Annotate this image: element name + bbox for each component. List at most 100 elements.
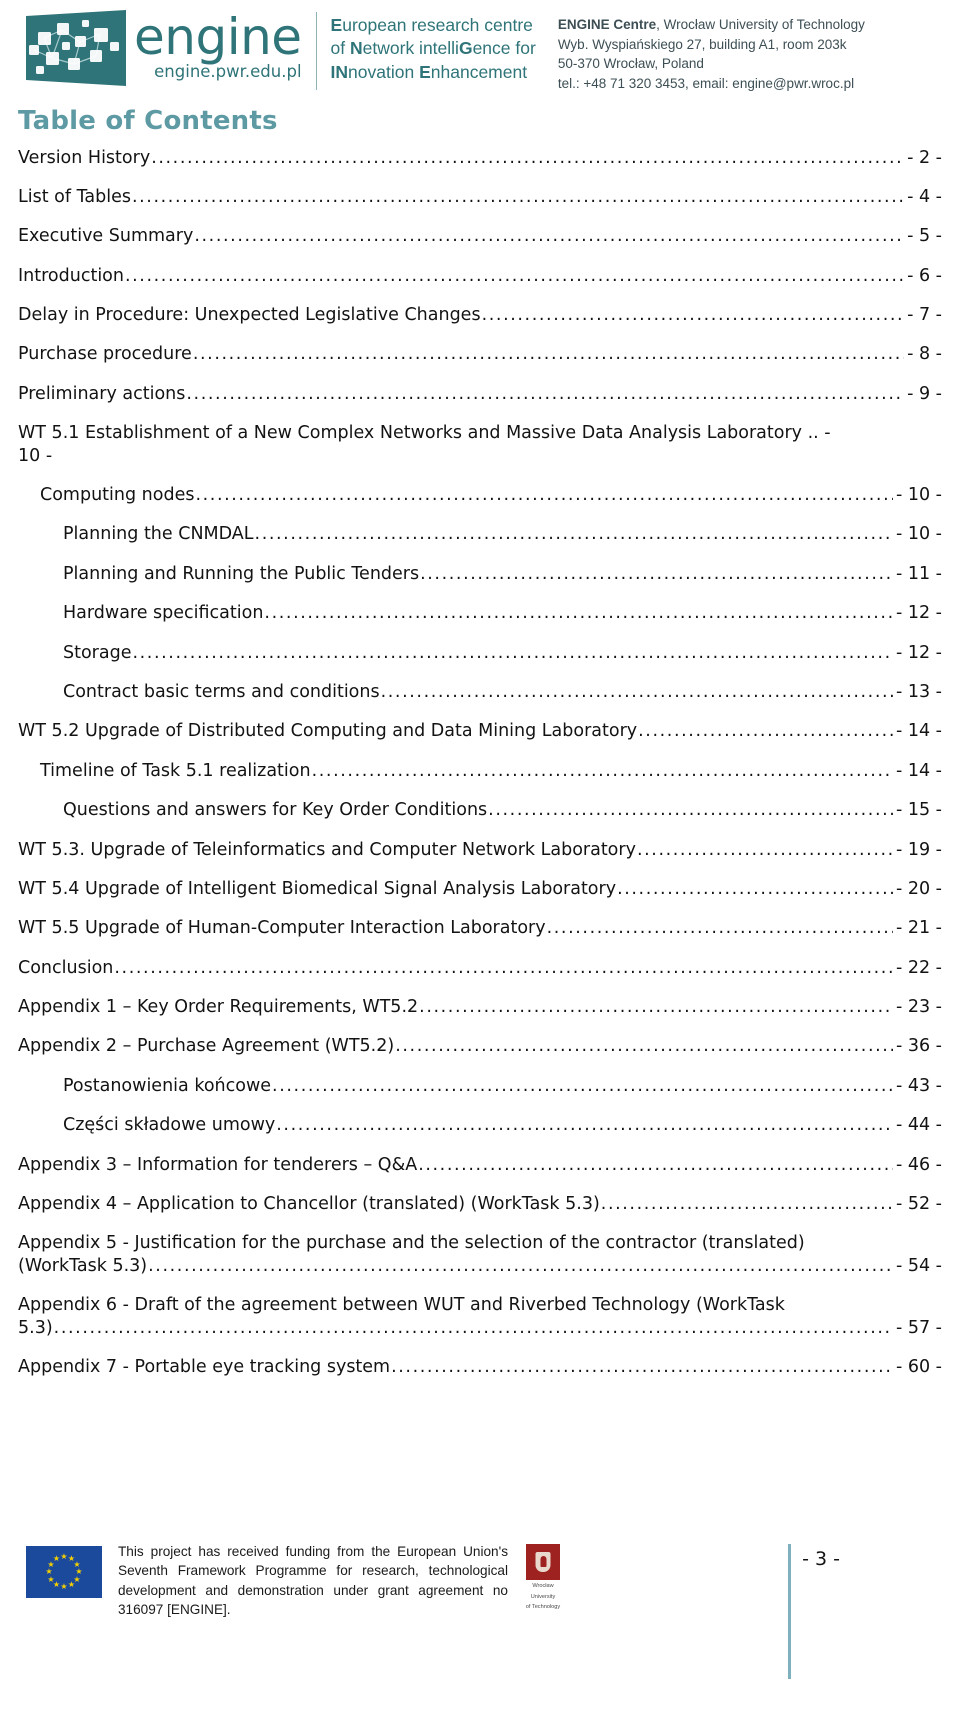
eu-star-icon: ★ <box>67 1579 76 1589</box>
toc-entry[interactable]: Timeline of Task 5.1 realization........… <box>18 751 942 790</box>
toc-entry-page: - 20 - <box>895 878 942 899</box>
toc-entry-page: - 57 - <box>895 1317 942 1338</box>
engine-logo: engine engine.pwr.edu.pl <box>22 8 302 88</box>
contact-org-affiliation: , Wrocław University of Technology <box>656 17 865 32</box>
toc-entry[interactable]: WT 5.4 Upgrade of Intelligent Biomedical… <box>18 869 942 908</box>
toc-entry-page: - 54 - <box>895 1255 942 1276</box>
toc-entry-label: Executive Summary <box>18 226 194 247</box>
toc-entry[interactable]: Appendix 2 – Purchase Agreement (WT5.2).… <box>18 1027 942 1066</box>
toc-entry[interactable]: Contract basic terms and conditions.....… <box>18 672 942 711</box>
toc-entry-page: - 22 - <box>895 957 942 978</box>
contact-address-line-2: 50-370 Wrocław, Poland <box>557 56 704 72</box>
toc-leader-dots: ........................................… <box>638 721 893 742</box>
toc-entry-label: Purchase procedure <box>18 344 192 365</box>
toc-entry-page: - 12 - <box>895 603 942 624</box>
toc-entry[interactable]: Appendix 5 - Justification for the purch… <box>18 1224 942 1286</box>
footer-vertical-rule <box>788 1544 792 1679</box>
engine-acronym-tagline: European research centre of Network inte… <box>331 8 536 84</box>
toc-entry[interactable]: Conclusion..............................… <box>18 948 942 987</box>
toc-entry[interactable]: Planning the CNMDAL.....................… <box>18 515 942 554</box>
toc-entry-page: - 2 - <box>907 147 942 168</box>
toc-entry[interactable]: Computing nodes.........................… <box>18 476 942 515</box>
toc-entry[interactable]: WT 5.1 Establishment of a New Complex Ne… <box>18 414 942 476</box>
toc-entry-page: - 13 - <box>895 681 942 702</box>
toc-entry[interactable]: Questions and answers for Key Order Cond… <box>18 791 942 830</box>
toc-entry[interactable]: Appendix 1 – Key Order Requirements, WT5… <box>18 988 942 1027</box>
toc-entry-page: - 44 - <box>895 1115 942 1136</box>
toc-entry[interactable]: Części składowe umowy...................… <box>18 1106 942 1145</box>
toc-leader-dots: ........................................… <box>53 1317 893 1338</box>
toc-entry[interactable]: Version History.........................… <box>18 138 942 177</box>
toc-entry-page: - 60 - <box>895 1357 942 1377</box>
tagline-line-3: INnovation Enhancement <box>330 61 528 82</box>
toc-entry[interactable]: WT 5.2 Upgrade of Distributed Computing … <box>18 712 942 751</box>
toc-entry[interactable]: Introduction............................… <box>18 256 942 295</box>
toc-entry-page: - 10 - <box>895 524 942 545</box>
toc-entry[interactable]: Delay in Procedure: Unexpected Legislati… <box>18 296 942 335</box>
toc-entry[interactable]: Appendix 6 - Draft of the agreement betw… <box>18 1286 942 1348</box>
toc-entry-label: WT 5.3. Upgrade of Teleinformatics and C… <box>18 839 636 860</box>
toc-entry-label: Computing nodes <box>40 485 195 506</box>
toc-leader-dots: ........................................… <box>114 957 893 978</box>
wroclaw-university-logo: Wrocław University of Technology <box>522 1544 564 1612</box>
toc-entry[interactable]: Appendix 7 - Portable eye tracking syste… <box>18 1348 942 1387</box>
tagline-line-1: European research centre <box>330 15 533 35</box>
header-divider <box>315 12 317 90</box>
toc-entry-label: Części składowe umowy <box>63 1115 276 1136</box>
eu-star-icon: ★ <box>45 1567 53 1576</box>
contact-org-name: ENGINE Centre <box>557 17 657 32</box>
toc-leader-dots: ........................................… <box>395 1036 893 1057</box>
toc-leader-dots: ........................................… <box>636 839 893 860</box>
engine-wordmark: engine engine.pwr.edu.pl <box>134 12 302 82</box>
toc-entry[interactable]: Postanowienia końcowe...................… <box>18 1066 942 1105</box>
toc-entry[interactable]: WT 5.5 Upgrade of Human-Computer Interac… <box>18 909 942 948</box>
toc-entry-page: - 21 - <box>895 918 942 939</box>
toc-leader-dots: ........................................… <box>131 186 904 207</box>
toc-entry-label: Planning the CNMDAL <box>63 524 254 545</box>
page-title: Table of Contents <box>18 106 278 136</box>
toc-entry-label: Appendix 6 - Draft of the agreement betw… <box>18 1295 785 1316</box>
wut-shield-icon <box>526 1544 560 1580</box>
eu-star-icon: ★ <box>52 1554 61 1563</box>
toc-entry-label: Appendix 4 – Application to Chancellor (… <box>18 1194 600 1215</box>
toc-entry-label: Appendix 1 – Key Order Requirements, WT5… <box>18 997 419 1018</box>
toc-entry-page: - 46 - <box>895 1154 942 1175</box>
page-footer: ★ ★ ★ ★ ★ ★ ★ ★ ★ ★ ★ ★ This project has received f… <box>0 1542 960 1679</box>
toc-entry-label-continued: 5.3) <box>18 1317 53 1338</box>
eu-star-icon: ★ <box>60 1582 68 1591</box>
toc-entry-page: - 7 - <box>907 305 942 326</box>
engine-contact-block: ENGINE Centre, Wrocław University of Tec… <box>558 8 865 93</box>
toc-entry-label: Contract basic terms and conditions <box>63 681 380 702</box>
toc-entry[interactable]: Purchase procedure......................… <box>18 335 942 374</box>
toc-leader-dots: ........................................… <box>311 760 893 781</box>
toc-entry-label-continued: (WorkTask 5.3) <box>18 1255 148 1276</box>
toc-entry-label: Hardware specification <box>63 603 264 624</box>
toc-entry[interactable]: Appendix 4 – Application to Chancellor (… <box>18 1185 942 1224</box>
toc-entry-label: WT 5.2 Upgrade of Distributed Computing … <box>18 721 638 742</box>
toc-entry[interactable]: WT 5.3. Upgrade of Teleinformatics and C… <box>18 830 942 869</box>
toc-leader-dots: ........................................… <box>380 681 893 702</box>
toc-entry[interactable]: Executive Summary.......................… <box>18 217 942 256</box>
toc-leader-dots: ........................................… <box>481 305 905 326</box>
toc-entry-label: Version History <box>18 147 151 168</box>
toc-entry[interactable]: Appendix 3 – Information for tenderers –… <box>18 1145 942 1184</box>
toc-entry-label: Introduction <box>18 265 124 286</box>
engine-url: engine.pwr.edu.pl <box>154 62 302 82</box>
toc-entry-label: List of Tables <box>18 186 131 207</box>
contact-organisation: ENGINE Centre, Wrocław University of Tec… <box>558 15 865 35</box>
contact-address-line-1: Wyb. Wyspiańskiego 27, building A1, room… <box>557 36 847 52</box>
toc-leader-dots: ........................................… <box>195 485 893 506</box>
toc-entry-page: - 14 - <box>895 760 942 781</box>
page-header: engine engine.pwr.edu.pl European resear… <box>0 0 960 100</box>
toc-entry[interactable]: Planning and Running the Public Tenders.… <box>18 554 942 593</box>
toc-entry[interactable]: Preliminary actions.....................… <box>18 374 942 413</box>
toc-leader-dots: ........................................… <box>272 1075 893 1096</box>
toc-leader-dots: ........................................… <box>194 226 904 247</box>
toc-entry-label: Preliminary actions <box>18 383 186 404</box>
toc-entry-page: - 5 - <box>907 226 942 247</box>
toc-entry[interactable]: Storage.................................… <box>18 633 942 672</box>
contact-phone-email: tel.: +48 71 320 3453, email: engine@pwr… <box>557 75 855 91</box>
toc-entry[interactable]: List of Tables..........................… <box>18 177 942 216</box>
toc-entry[interactable]: Hardware specification..................… <box>18 594 942 633</box>
toc-entry-label: WT 5.1 Establishment of a New Complex Ne… <box>18 423 831 444</box>
